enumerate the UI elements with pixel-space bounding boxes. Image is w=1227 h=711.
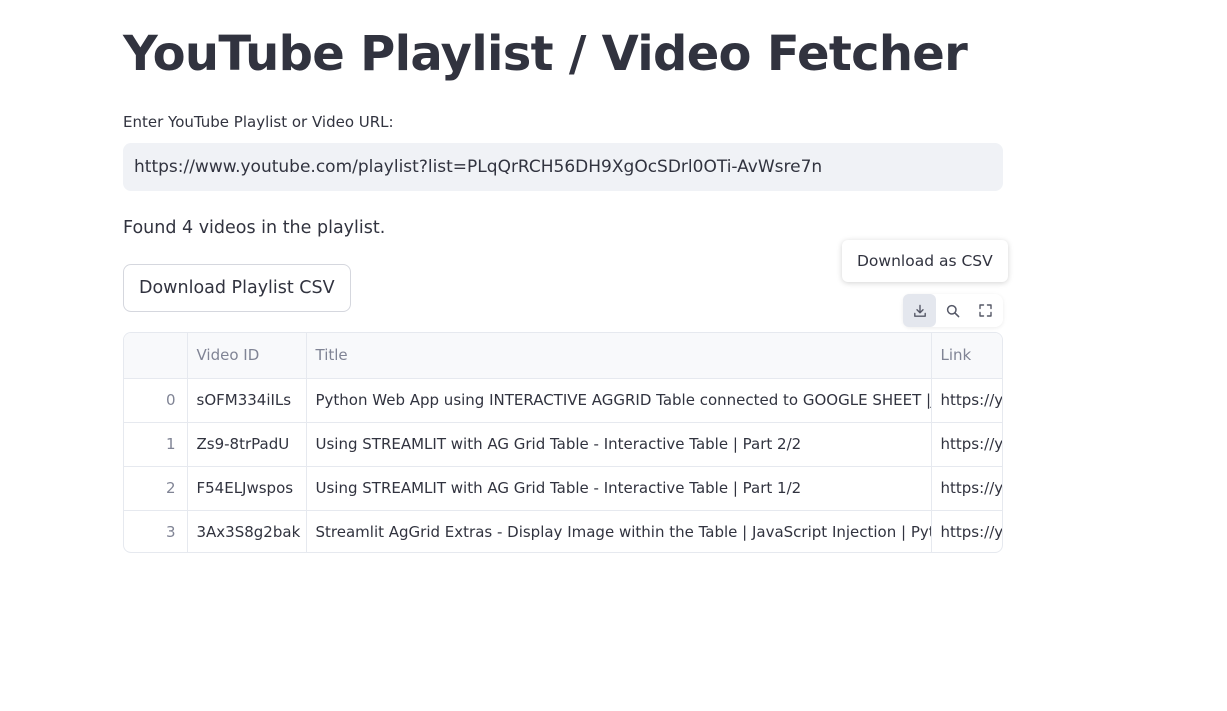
videos-table[interactable]: Video ID Title Link 0 sOFM334iILs Python… [123, 332, 1003, 553]
download-csv-button[interactable] [903, 294, 936, 327]
column-header-link[interactable]: Link [931, 333, 1002, 379]
row-index: 1 [124, 422, 188, 467]
fullscreen-icon [979, 304, 992, 317]
video-id-cell[interactable]: Zs9-8trPadU [187, 422, 307, 467]
search-button[interactable] [936, 294, 969, 327]
link-cell[interactable]: https://y [931, 510, 1002, 552]
url-input-label: Enter YouTube Playlist or Video URL: [123, 113, 394, 131]
link-cell[interactable]: https://y [931, 422, 1002, 467]
video-id-cell[interactable]: F54ELJwspos [187, 466, 307, 511]
table-header-row: Video ID Title Link [124, 333, 1002, 379]
table-row: 2 F54ELJwspos Using STREAMLIT with AG Gr… [124, 466, 1002, 511]
row-index: 0 [124, 378, 188, 423]
download-playlist-csv-button[interactable]: Download Playlist CSV [123, 264, 351, 312]
search-icon [946, 304, 960, 318]
table-row: 3 3Ax3S8g2bak Streamlit AgGrid Extras - … [124, 510, 1002, 552]
video-id-cell[interactable]: 3Ax3S8g2bak [187, 510, 307, 552]
fullscreen-button[interactable] [969, 294, 1002, 327]
column-header-index[interactable] [124, 333, 188, 379]
row-index: 2 [124, 466, 188, 511]
table-row: 1 Zs9-8trPadU Using STREAMLIT with AG Gr… [124, 422, 1002, 467]
app-main: YouTube Playlist / Video Fetcher Enter Y… [0, 0, 1227, 711]
title-cell[interactable]: Using STREAMLIT with AG Grid Table - Int… [306, 466, 932, 511]
table-toolbar [903, 294, 1003, 327]
table-row: 0 sOFM334iILs Python Web App using INTER… [124, 378, 1002, 423]
page-title: YouTube Playlist / Video Fetcher [123, 26, 968, 82]
download-tooltip: Download as CSV [842, 240, 1008, 282]
video-id-cell[interactable]: sOFM334iILs [187, 378, 307, 423]
column-header-video-id[interactable]: Video ID [187, 333, 307, 379]
title-cell[interactable]: Streamlit AgGrid Extras - Display Image … [306, 510, 932, 552]
status-message: Found 4 videos in the playlist. [123, 218, 386, 238]
title-cell[interactable]: Using STREAMLIT with AG Grid Table - Int… [306, 422, 932, 467]
link-cell[interactable]: https://y [931, 466, 1002, 511]
link-cell[interactable]: https://y [931, 378, 1002, 423]
row-index: 3 [124, 510, 188, 552]
column-header-title[interactable]: Title [306, 333, 932, 379]
download-icon [913, 304, 927, 318]
url-input[interactable] [123, 143, 1003, 191]
title-cell[interactable]: Python Web App using INTERACTIVE AGGRID … [306, 378, 932, 423]
